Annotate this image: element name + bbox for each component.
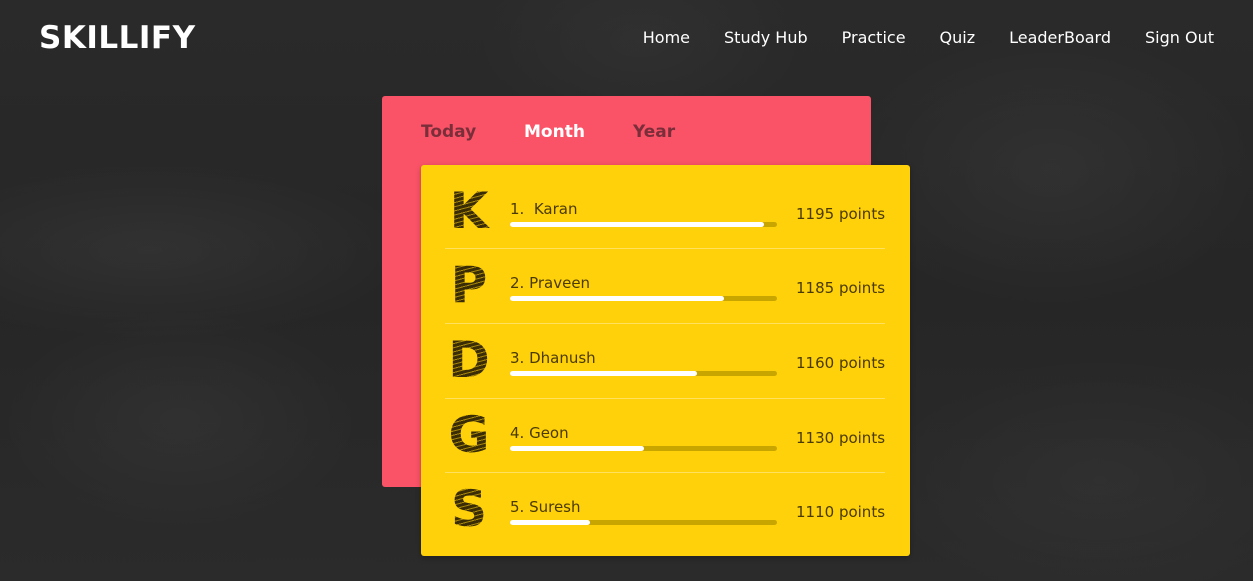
nav-practice[interactable]: Practice: [842, 27, 906, 49]
brand-logo[interactable]: SKILLIFY: [39, 19, 196, 57]
progress-bar: [510, 520, 777, 525]
avatar-initial: D: [445, 334, 493, 386]
player-points: 1195 points: [796, 205, 886, 223]
leaderboard-row[interactable]: P 2. Praveen 1185 points: [445, 249, 885, 323]
period-tabs: Today Month Year: [421, 121, 675, 143]
nav-leaderboard[interactable]: LeaderBoard: [1009, 27, 1111, 49]
nav-sign-out[interactable]: Sign Out: [1145, 27, 1214, 49]
leaderboard-row[interactable]: S 5. Suresh 1110 points: [445, 473, 885, 547]
player-points: 1160 points: [796, 354, 886, 372]
progress-fill: [510, 222, 764, 227]
player-points: 1185 points: [796, 279, 886, 297]
leaderboard-row[interactable]: K 1. Karan 1195 points: [445, 175, 885, 249]
player-points: 1110 points: [796, 503, 886, 521]
player-name: 1. Karan: [510, 200, 578, 218]
player-name: 2. Praveen: [510, 274, 591, 292]
progress-fill: [510, 520, 591, 525]
nav-home[interactable]: Home: [643, 27, 690, 49]
progress-fill: [510, 296, 724, 301]
tab-today[interactable]: Today: [421, 121, 524, 143]
player-name: 5. Suresh: [510, 498, 581, 516]
avatar-initial: S: [445, 483, 493, 535]
tab-month[interactable]: Month: [524, 121, 633, 143]
progress-bar: [510, 296, 777, 301]
progress-bar: [510, 446, 777, 451]
progress-bar: [510, 371, 777, 376]
leaderboard-row[interactable]: G 4. Geon 1130 points: [445, 399, 885, 473]
player-name: 3. Dhanush: [510, 349, 596, 367]
avatar-initial: G: [445, 409, 493, 461]
nav-quiz[interactable]: Quiz: [940, 27, 976, 49]
player-points: 1130 points: [796, 429, 886, 447]
progress-fill: [510, 446, 644, 451]
avatar-initial: K: [445, 185, 493, 237]
progress-bar: [510, 222, 777, 227]
progress-fill: [510, 371, 697, 376]
nav-study-hub[interactable]: Study Hub: [724, 27, 808, 49]
leaderboard-row[interactable]: D 3. Dhanush 1160 points: [445, 324, 885, 398]
player-name: 4. Geon: [510, 424, 569, 442]
main-nav: Home Study Hub Practice Quiz LeaderBoard…: [643, 27, 1214, 49]
leaderboard-card: K 1. Karan 1195 points P 2. Praveen 1185…: [421, 165, 910, 556]
avatar-initial: P: [445, 259, 493, 311]
tab-year[interactable]: Year: [633, 121, 675, 143]
